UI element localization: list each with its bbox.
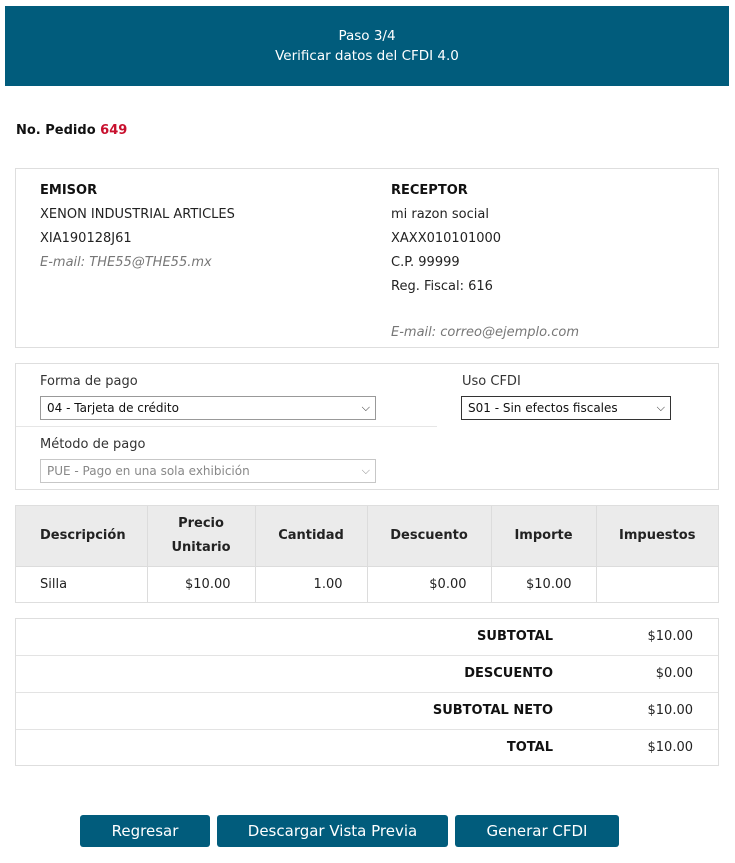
descuento-value: $0.00 [655, 666, 693, 681]
totals-panel: SUBTOTAL $10.00 DESCUENTO $0.00 SUBTOTAL… [15, 618, 719, 766]
header-importe: Importe [491, 506, 597, 567]
cell-descripcion: Silla [16, 566, 148, 602]
download-preview-button[interactable]: Descargar Vista Previa [217, 815, 448, 847]
chevron-down-icon: ⌵ [361, 401, 370, 414]
order-label: No. Pedido [16, 123, 96, 138]
forma-pago-label: Forma de pago [40, 374, 138, 389]
emisor-rfc: XIA190128J61 [40, 231, 132, 246]
totals-row-subtotal-neto: SUBTOTAL NETO $10.00 [16, 693, 718, 730]
header-impuestos: Impuestos [596, 506, 718, 567]
receptor-title: RECEPTOR [391, 183, 468, 198]
receptor-regimen: Reg. Fiscal: 616 [391, 279, 493, 294]
chevron-down-icon: ⌵ [361, 464, 370, 477]
subtotal-label: SUBTOTAL [477, 629, 553, 644]
order-number-value: 649 [100, 123, 128, 138]
subtotal-neto-label: SUBTOTAL NETO [432, 703, 553, 718]
subtotal-neto-value: $10.00 [647, 703, 694, 718]
receptor-cp: C.P. 99999 [391, 255, 460, 270]
emisor-email: E-mail: THE55@THE55.mx [40, 255, 212, 270]
metodo-pago-value: PUE - Pago en una sola exhibición [47, 464, 250, 478]
emisor-section: EMISOR XENON INDUSTRIAL ARTICLES XIA1901… [40, 179, 235, 275]
forma-pago-value: 04 - Tarjeta de crédito [47, 401, 179, 415]
forma-pago-select[interactable]: 04 - Tarjeta de crédito ⌵ [40, 396, 376, 420]
totals-row-total: TOTAL $10.00 [16, 730, 718, 767]
receptor-email: E-mail: correo@ejemplo.com [391, 325, 579, 340]
uso-cfdi-value: S01 - Sin efectos fiscales [468, 401, 618, 415]
parties-panel: EMISOR XENON INDUSTRIAL ARTICLES XIA1901… [15, 168, 719, 348]
cell-importe: $10.00 [491, 566, 597, 602]
items-table: Descripción Precio Unitario Cantidad Des… [15, 505, 719, 603]
subtotal-value: $10.00 [647, 629, 694, 644]
step-header: Paso 3/4 Verificar datos del CFDI 4.0 [5, 6, 729, 86]
cell-cantidad: 1.00 [255, 566, 368, 602]
generate-cfdi-button[interactable]: Generar CFDI [455, 815, 619, 847]
metodo-pago-select[interactable]: PUE - Pago en una sola exhibición ⌵ [40, 459, 376, 483]
order-number: No. Pedido 649 [16, 123, 127, 138]
metodo-pago-label: Método de pago [40, 437, 146, 452]
divider [16, 426, 437, 427]
uso-cfdi-label: Uso CFDI [462, 374, 521, 389]
receptor-section: RECEPTOR mi razon social XAXX010101000 C… [391, 179, 579, 345]
page-title: Verificar datos del CFDI 4.0 [275, 48, 459, 64]
header-cantidad: Cantidad [255, 506, 368, 567]
cell-impuestos [596, 566, 718, 602]
payment-panel: Forma de pago 04 - Tarjeta de crédito ⌵ … [15, 363, 719, 490]
total-label: TOTAL [506, 740, 553, 755]
step-indicator: Paso 3/4 [338, 28, 396, 44]
cell-descuento: $0.00 [367, 566, 492, 602]
emisor-name: XENON INDUSTRIAL ARTICLES [40, 207, 235, 222]
total-value: $10.00 [647, 740, 694, 755]
header-precio-unitario: Precio Unitario [147, 506, 256, 567]
receptor-rfc: XAXX010101000 [391, 231, 502, 246]
header-descuento: Descuento [367, 506, 492, 567]
header-descripcion: Descripción [16, 506, 148, 567]
back-button[interactable]: Regresar [80, 815, 210, 847]
chevron-down-icon: ⌵ [656, 401, 665, 414]
descuento-label: DESCUENTO [464, 666, 553, 681]
receptor-name: mi razon social [391, 207, 489, 222]
emisor-title: EMISOR [40, 183, 98, 198]
table-row: Silla $10.00 1.00 $0.00 $10.00 [16, 566, 718, 602]
table-header-row: Descripción Precio Unitario Cantidad Des… [16, 506, 718, 567]
cell-precio: $10.00 [147, 566, 256, 602]
uso-cfdi-select[interactable]: S01 - Sin efectos fiscales ⌵ [461, 396, 671, 420]
totals-row-subtotal: SUBTOTAL $10.00 [16, 619, 718, 656]
totals-row-descuento: DESCUENTO $0.00 [16, 656, 718, 693]
